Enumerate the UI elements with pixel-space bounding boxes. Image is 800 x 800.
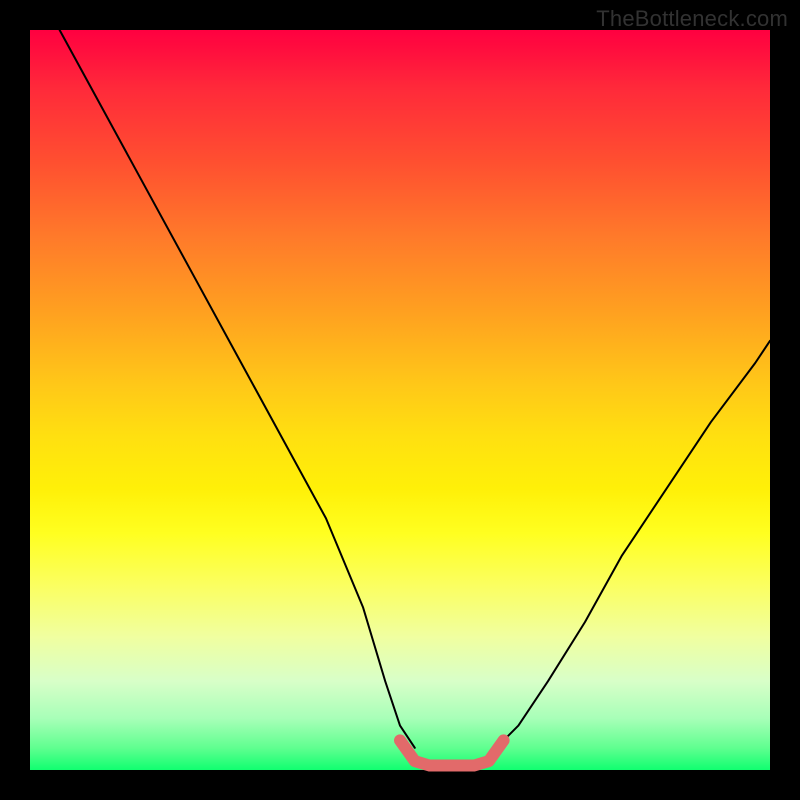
chart-svg-layer (30, 30, 770, 770)
series-bottom-band (400, 740, 504, 765)
chart-plot-area (30, 30, 770, 770)
series-v-curve-right (496, 341, 770, 748)
series-v-curve-left (60, 30, 415, 748)
watermark-text: TheBottleneck.com (596, 6, 788, 32)
chart-frame: TheBottleneck.com (0, 0, 800, 800)
